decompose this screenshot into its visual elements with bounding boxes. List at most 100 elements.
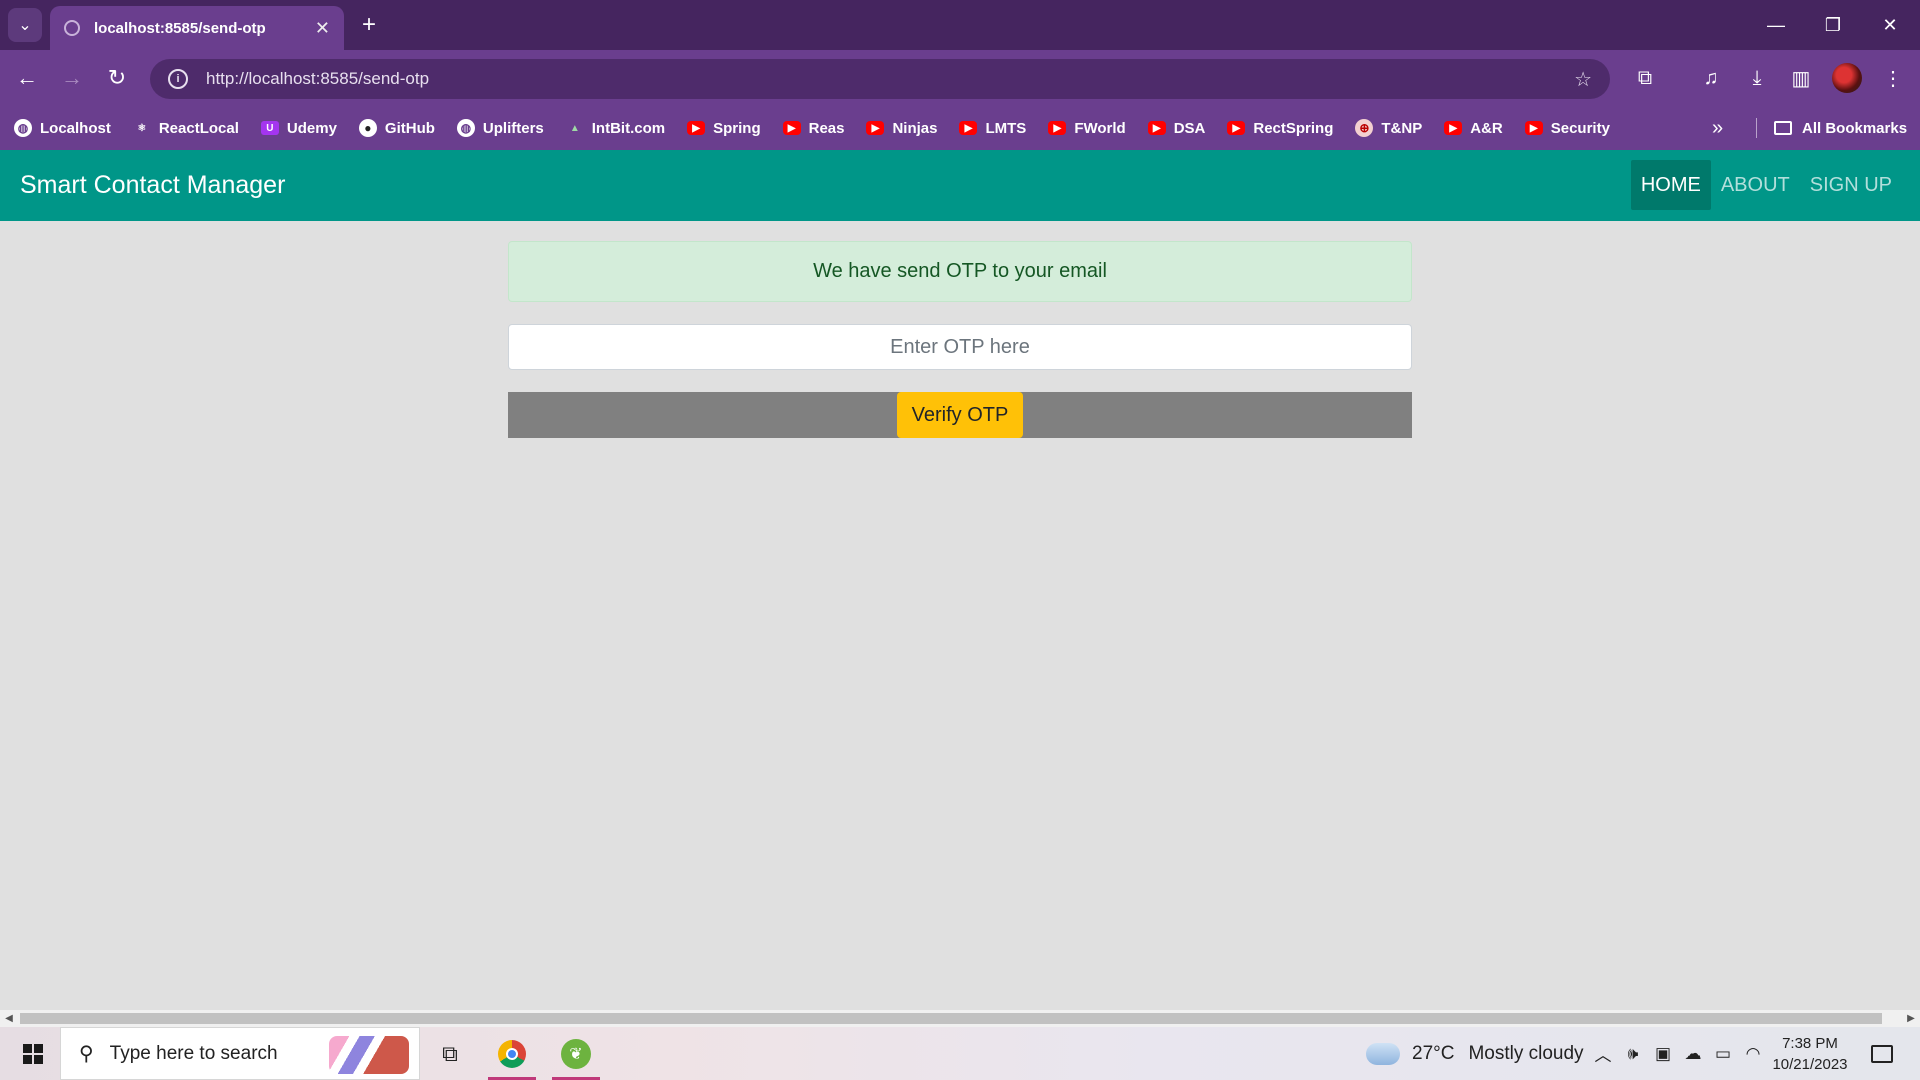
taskbar-chrome[interactable] bbox=[484, 1027, 540, 1080]
close-tab-icon[interactable]: ✕ bbox=[315, 18, 330, 39]
minimize-button[interactable]: — bbox=[1756, 8, 1796, 42]
scroll-left-icon[interactable]: ◀ bbox=[0, 1010, 18, 1027]
nav-links: HOME ABOUT SIGN UP bbox=[1630, 160, 1902, 210]
globe-icon bbox=[64, 20, 80, 36]
app-brand[interactable]: Smart Contact Manager bbox=[20, 150, 285, 221]
clock-time: 7:38 PM bbox=[1782, 1035, 1838, 1052]
bookmark-security[interactable]: ▶ Security bbox=[1524, 120, 1610, 137]
chrome-icon bbox=[498, 1039, 526, 1068]
url-text[interactable]: http://localhost:8585/send-otp bbox=[206, 69, 1574, 89]
back-icon[interactable]: ← bbox=[10, 61, 44, 95]
windows-taskbar: ⚲ Type here to search ⧉ ❦ 27°C Mostly cl… bbox=[0, 1027, 1920, 1080]
profile-avatar[interactable] bbox=[1832, 63, 1862, 93]
bookmark-spring[interactable]: ▶ Spring bbox=[687, 120, 761, 137]
otp-input[interactable] bbox=[508, 324, 1412, 370]
bookmark-reactlocal[interactable]: ⚛ ReactLocal bbox=[133, 120, 239, 137]
youtube-icon: ▶ bbox=[782, 121, 801, 135]
close-window-button[interactable]: ✕ bbox=[1870, 8, 1910, 42]
folder-icon bbox=[1774, 121, 1792, 135]
menu-kebab-icon[interactable]: ⋮ bbox=[1876, 61, 1910, 95]
taskbar-search[interactable]: ⚲ Type here to search bbox=[60, 1027, 420, 1080]
bookmark-ninjas[interactable]: ▶ Ninjas bbox=[866, 120, 937, 137]
all-bookmarks-button[interactable]: All Bookmarks bbox=[1774, 106, 1907, 150]
media-control-icon[interactable]: ♫ bbox=[1694, 61, 1728, 95]
clock-date: 10/21/2023 bbox=[1772, 1056, 1848, 1073]
weather-desc: Mostly cloudy bbox=[1468, 1042, 1584, 1064]
youtube-icon: ▶ bbox=[1444, 121, 1463, 135]
wifi-icon[interactable]: ◠ bbox=[1738, 1027, 1768, 1080]
browser-toolbar: ← → ↻ i http://localhost:8585/send-otp ☆… bbox=[0, 50, 1920, 106]
bookmark-localhost[interactable]: ◍ Localhost bbox=[14, 119, 111, 137]
tray-chevron-up-icon[interactable]: ︿ bbox=[1588, 1027, 1618, 1080]
bookmark-uplifters[interactable]: ◍ Uplifters bbox=[456, 119, 544, 137]
download-icon[interactable]: ⤓ bbox=[1740, 61, 1774, 95]
browser-tab-strip: ⌄ localhost:8585/send-otp ✕ + — ❐ ✕ bbox=[0, 0, 1920, 50]
bookmark-dsa[interactable]: ▶ DSA bbox=[1147, 120, 1205, 137]
nav-about[interactable]: ABOUT bbox=[1711, 160, 1800, 210]
notification-icon bbox=[1871, 1044, 1893, 1063]
task-view-button[interactable]: ⧉ bbox=[422, 1027, 478, 1080]
otp-form-container: We have send OTP to your email Verify OT… bbox=[508, 241, 1412, 438]
youtube-icon: ▶ bbox=[1048, 121, 1067, 135]
bookmark-lmts[interactable]: ▶ LMTS bbox=[959, 120, 1026, 137]
bookmark-fworld[interactable]: ▶ FWorld bbox=[1048, 120, 1126, 137]
notification-center-button[interactable] bbox=[1862, 1027, 1902, 1080]
address-bar[interactable]: i http://localhost:8585/send-otp ☆ bbox=[150, 59, 1610, 99]
more-bookmarks-button[interactable]: » bbox=[1712, 106, 1723, 150]
bookmark-tnp[interactable]: ⊕ T&NP bbox=[1355, 119, 1422, 137]
nav-home[interactable]: HOME bbox=[1630, 160, 1711, 210]
task-view-icon: ⧉ bbox=[442, 1040, 458, 1066]
youtube-icon: ▶ bbox=[1227, 121, 1246, 135]
bookmark-udemy[interactable]: U Udemy bbox=[260, 120, 337, 137]
bookmark-a-and-r[interactable]: ▶ A&R bbox=[1444, 120, 1503, 137]
bookmark-reas[interactable]: ▶ Reas bbox=[782, 120, 844, 137]
bookmark-rectspring[interactable]: ▶ RectSpring bbox=[1227, 120, 1333, 137]
horizontal-scrollbar[interactable]: ◀ ▶ bbox=[0, 1010, 1920, 1027]
scrollbar-thumb[interactable] bbox=[20, 1013, 1882, 1024]
youtube-icon: ▶ bbox=[866, 121, 885, 135]
forward-icon[interactable]: → bbox=[55, 61, 89, 95]
tab-search-button[interactable]: ⌄ bbox=[8, 8, 42, 42]
extensions-icon[interactable]: ⧉ bbox=[1628, 61, 1662, 95]
tab-title: localhost:8585/send-otp bbox=[94, 19, 266, 37]
side-panel-icon[interactable]: ▥ bbox=[1784, 61, 1818, 95]
udemy-icon: U bbox=[260, 121, 279, 135]
search-highlight-image bbox=[329, 1036, 409, 1074]
bookmark-star-icon[interactable]: ☆ bbox=[1574, 67, 1592, 92]
reload-icon[interactable]: ↻ bbox=[100, 61, 134, 95]
globe-icon: ◍ bbox=[14, 119, 32, 137]
react-icon: ⚛ bbox=[137, 122, 147, 134]
system-clock[interactable]: 7:38 PM 10/21/2023 bbox=[1770, 1033, 1850, 1075]
otp-sent-alert: We have send OTP to your email bbox=[508, 241, 1412, 302]
taskbar-spring-tools[interactable]: ❦ bbox=[548, 1027, 604, 1080]
verify-bar: Verify OTP bbox=[508, 392, 1412, 438]
intbit-icon: ▲ bbox=[569, 122, 580, 134]
bookmark-intbit[interactable]: ▲ IntBit.com bbox=[566, 120, 665, 137]
scroll-right-icon[interactable]: ▶ bbox=[1902, 1010, 1920, 1027]
new-tab-button[interactable]: + bbox=[354, 10, 384, 40]
bookmarks-divider bbox=[1756, 118, 1757, 138]
weather-widget[interactable]: 27°C Mostly cloudy bbox=[1366, 1027, 1584, 1080]
volume-icon[interactable]: 🕪 bbox=[1618, 1027, 1648, 1080]
search-icon: ⚲ bbox=[79, 1043, 94, 1065]
windows-icon bbox=[23, 1043, 43, 1064]
nav-signup[interactable]: SIGN UP bbox=[1800, 160, 1902, 210]
onedrive-icon[interactable]: ☁ bbox=[1678, 1027, 1708, 1080]
start-button[interactable] bbox=[10, 1027, 56, 1080]
restore-button[interactable]: ❐ bbox=[1813, 8, 1853, 42]
bookmarks-bar: ◍ Localhost ⚛ ReactLocal U Udemy ● GitHub ◍ U… bbox=[0, 106, 1920, 150]
browser-tab-active[interactable]: localhost:8585/send-otp ✕ bbox=[50, 6, 344, 50]
github-icon: ● bbox=[358, 119, 377, 137]
tnp-icon: ⊕ bbox=[1355, 119, 1374, 137]
chevron-down-icon: ⌄ bbox=[18, 17, 32, 34]
site-info-icon[interactable]: i bbox=[168, 69, 188, 89]
youtube-icon: ▶ bbox=[959, 121, 978, 135]
youtube-icon: ▶ bbox=[1147, 121, 1166, 135]
weather-temp: 27°C bbox=[1412, 1042, 1455, 1064]
verify-otp-button[interactable]: Verify OTP bbox=[896, 392, 1024, 438]
meet-icon[interactable]: ▣ bbox=[1648, 1027, 1678, 1080]
cloud-sun-icon bbox=[1366, 1034, 1400, 1065]
bookmark-github[interactable]: ● GitHub bbox=[358, 119, 435, 137]
battery-icon[interactable]: ▭ bbox=[1708, 1027, 1738, 1080]
taskbar-search-placeholder: Type here to search bbox=[109, 1042, 278, 1064]
